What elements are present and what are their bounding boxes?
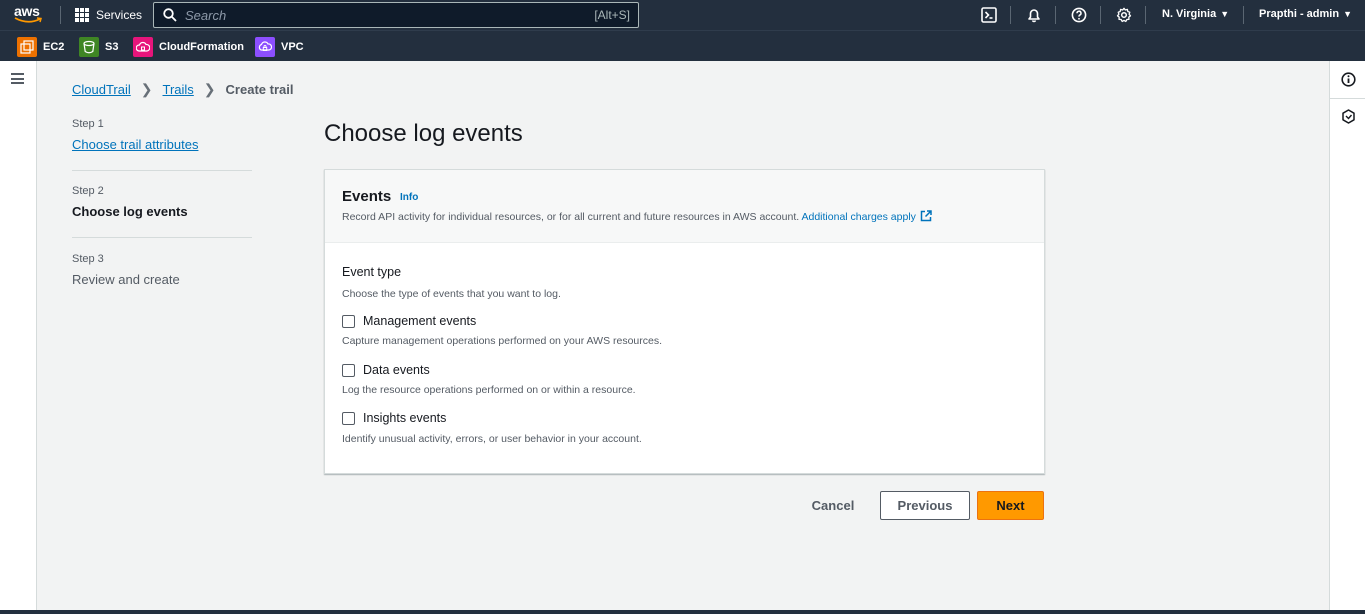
- search-input[interactable]: Search [Alt+S]: [153, 2, 639, 28]
- step-number: Step 3: [72, 253, 104, 265]
- wizard-step-1: Step 1 Choose trail attributes: [72, 118, 252, 152]
- data-events-option[interactable]: Data events: [342, 363, 430, 377]
- breadcrumb: CloudTrail ❯ Trails ❯ Create trail: [72, 81, 293, 98]
- management-events-description: Capture management operations performed …: [342, 335, 663, 347]
- step-1-link[interactable]: Choose trail attributes: [72, 137, 252, 152]
- events-title: Events: [342, 188, 392, 205]
- wizard-step-2: Step 2 Choose log events: [72, 185, 252, 219]
- insights-events-label: Insights events: [363, 411, 447, 425]
- favorite-label: S3: [105, 40, 119, 53]
- external-link-icon: [920, 210, 932, 222]
- favorite-cloudformation[interactable]: CloudFormation: [133, 36, 244, 57]
- chevron-right-icon: ❯: [203, 81, 216, 97]
- favorite-vpc[interactable]: VPC: [255, 36, 304, 57]
- region-label: N. Virginia: [1162, 8, 1217, 20]
- page-title: Choose log events: [324, 120, 523, 147]
- step-number: Step 2: [72, 185, 104, 197]
- nav-divider: [1145, 6, 1146, 24]
- search-icon: [163, 8, 177, 22]
- aws-logo[interactable]: aws: [14, 4, 46, 26]
- favorite-ec2[interactable]: EC2: [17, 36, 64, 57]
- nav-divider: [1010, 6, 1011, 24]
- caret-down-icon: ▼: [1220, 9, 1230, 19]
- services-menu-button[interactable]: Services: [75, 7, 142, 23]
- nav-divider: [1055, 6, 1056, 24]
- events-header: Events Info Record API activity for indi…: [325, 170, 1044, 243]
- favorites-bar: EC2 S3 CloudFormation VPC: [0, 30, 1365, 61]
- info-icon[interactable]: [1341, 72, 1356, 87]
- step-divider: [72, 237, 252, 238]
- chevron-right-icon: ❯: [140, 81, 153, 97]
- cloudformation-icon: [133, 36, 153, 57]
- step-number: Step 1: [72, 118, 104, 130]
- footer-strip: [0, 610, 1365, 614]
- step-2-title: Choose log events: [72, 204, 188, 219]
- ec2-icon: [17, 36, 37, 57]
- data-events-label: Data events: [363, 363, 430, 377]
- services-label: Services: [96, 8, 143, 22]
- search-placeholder: Search: [185, 8, 227, 23]
- management-events-label: Management events: [363, 314, 477, 328]
- favorite-s3[interactable]: S3: [79, 36, 118, 57]
- breadcrumb-current: Create trail: [225, 82, 294, 97]
- event-type-description: Choose the type of events that you want …: [342, 288, 561, 300]
- side-navigation-drawer: [0, 61, 37, 610]
- additional-charges-label: Additional charges apply: [801, 211, 916, 223]
- insights-events-description: Identify unusual activity, errors, or us…: [342, 433, 642, 445]
- info-link[interactable]: Info: [400, 192, 418, 203]
- search-shortcut: [Alt+S]: [594, 8, 630, 22]
- aws-smile-icon: [14, 17, 42, 23]
- top-navigation: aws Services Search [Alt+S] N. Virginia …: [0, 0, 1365, 30]
- cloudshell-icon[interactable]: [981, 7, 997, 23]
- wizard-step-3: Step 3 Review and create: [72, 253, 252, 287]
- next-button[interactable]: Next: [977, 491, 1044, 520]
- breadcrumb-trails-link[interactable]: Trails: [163, 82, 194, 97]
- management-events-option[interactable]: Management events: [342, 314, 476, 328]
- region-selector[interactable]: N. Virginia ▼: [1162, 8, 1229, 20]
- insights-events-option[interactable]: Insights events: [342, 411, 446, 425]
- previous-button[interactable]: Previous: [880, 491, 970, 520]
- settings-icon[interactable]: [1116, 7, 1132, 23]
- cancel-button[interactable]: Cancel: [804, 491, 862, 520]
- s3-icon: [79, 36, 99, 57]
- services-grid-icon: [75, 8, 89, 22]
- account-menu[interactable]: Prapthi - admin ▼: [1259, 8, 1352, 20]
- event-type-label: Event type: [342, 265, 402, 279]
- vpc-icon: [255, 36, 275, 57]
- step-3-title: Review and create: [72, 272, 180, 287]
- breadcrumb-cloudtrail-link[interactable]: CloudTrail: [72, 82, 131, 97]
- favorite-label: CloudFormation: [159, 40, 244, 53]
- events-description: Record API activity for individual resou…: [342, 210, 932, 223]
- tools-rail: [1329, 61, 1365, 610]
- bell-icon[interactable]: [1026, 7, 1042, 23]
- nav-divider: [1100, 6, 1101, 24]
- help-icon[interactable]: [1071, 7, 1087, 23]
- additional-charges-link[interactable]: Additional charges apply: [801, 210, 932, 223]
- nav-divider: [1243, 6, 1244, 24]
- favorite-label: EC2: [43, 40, 65, 53]
- account-label: Prapthi - admin: [1259, 8, 1340, 20]
- insights-events-checkbox[interactable]: [342, 411, 355, 425]
- events-description-text: Record API activity for individual resou…: [342, 211, 800, 223]
- menu-icon[interactable]: [11, 73, 24, 84]
- rail-divider: [1330, 98, 1365, 99]
- events-container: Events Info Record API activity for indi…: [324, 169, 1045, 474]
- feedback-hexagon-icon[interactable]: [1341, 109, 1356, 124]
- data-events-checkbox[interactable]: [342, 363, 355, 377]
- caret-down-icon: ▼: [1343, 9, 1352, 19]
- management-events-checkbox[interactable]: [342, 314, 355, 328]
- aws-logo-text: aws: [14, 3, 40, 19]
- data-events-description: Log the resource operations performed on…: [342, 384, 636, 396]
- favorite-label: VPC: [281, 40, 304, 53]
- nav-divider: [60, 6, 61, 24]
- step-divider: [72, 170, 252, 171]
